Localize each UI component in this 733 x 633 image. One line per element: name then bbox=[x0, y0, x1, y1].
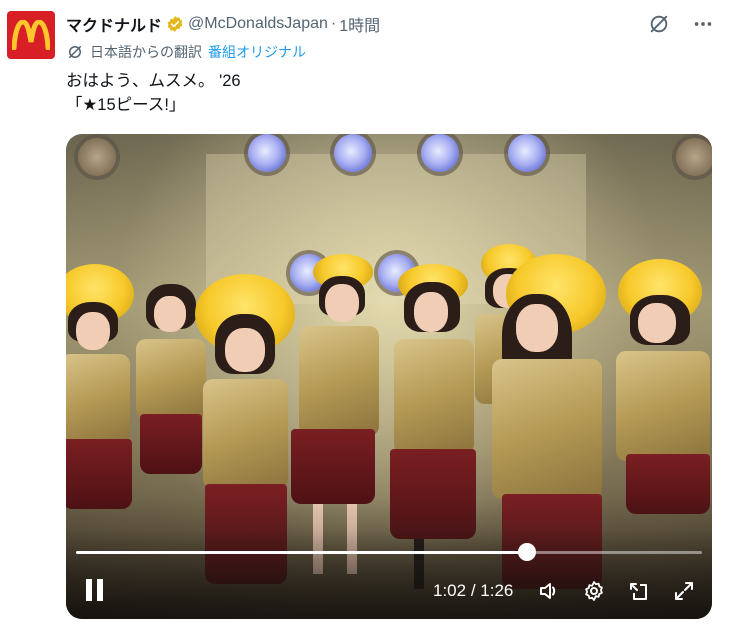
post-timestamp[interactable]: 1時間 bbox=[339, 12, 380, 36]
account-handle[interactable]: @McDonaldsJapan bbox=[188, 15, 328, 33]
stage-light bbox=[508, 134, 546, 172]
pip-icon[interactable] bbox=[627, 579, 651, 603]
post-text-line-1: おはよう、ムスメ。 '26 bbox=[66, 72, 241, 90]
time-readout: 1:02 / 1:26 bbox=[433, 581, 513, 601]
time-slash: / bbox=[470, 581, 476, 600]
progress-bar[interactable] bbox=[76, 543, 702, 561]
separator-dot: · bbox=[330, 15, 337, 32]
stage-light bbox=[334, 134, 372, 172]
translation-label: 日本語からの翻訳 bbox=[90, 44, 202, 60]
avatar[interactable] bbox=[7, 11, 55, 59]
translate-icon bbox=[66, 43, 84, 61]
controls-gradient bbox=[66, 529, 712, 619]
stage-light bbox=[421, 134, 459, 172]
show-original-link[interactable]: 番組オリジナル bbox=[208, 42, 306, 62]
stage-light-dim-left bbox=[78, 138, 116, 176]
time-duration: 1:26 bbox=[480, 581, 514, 600]
progress-fill bbox=[76, 551, 528, 554]
settings-icon[interactable] bbox=[582, 579, 606, 603]
time-elapsed: 1:02 bbox=[433, 581, 467, 600]
video-controls: 1:02 / 1:26 bbox=[66, 577, 712, 605]
stage-light-dim-right bbox=[676, 138, 712, 176]
volume-icon[interactable] bbox=[537, 579, 561, 603]
video-player[interactable]: 1:02 / 1:26 bbox=[66, 134, 712, 619]
fullscreen-icon[interactable] bbox=[672, 579, 696, 603]
verified-badge-icon bbox=[166, 15, 184, 33]
more-icon[interactable] bbox=[691, 12, 715, 36]
post-actions-top bbox=[647, 12, 715, 36]
stage-light bbox=[248, 134, 286, 172]
mcdonalds-logo bbox=[12, 20, 50, 50]
account-name[interactable]: マクドナルド bbox=[66, 12, 162, 36]
post-text-line-2: 「★15ピース!」 bbox=[66, 96, 186, 114]
grok-icon[interactable] bbox=[647, 12, 671, 36]
translation-row: 日本語からの翻訳 番組オリジナル bbox=[66, 42, 306, 62]
post-text: おはよう、ムスメ。 '26 「★15ピース!」 bbox=[66, 69, 241, 117]
post-header: マクドナルド @McDonaldsJapan · 1時間 bbox=[66, 12, 380, 36]
pause-icon[interactable] bbox=[84, 579, 106, 603]
